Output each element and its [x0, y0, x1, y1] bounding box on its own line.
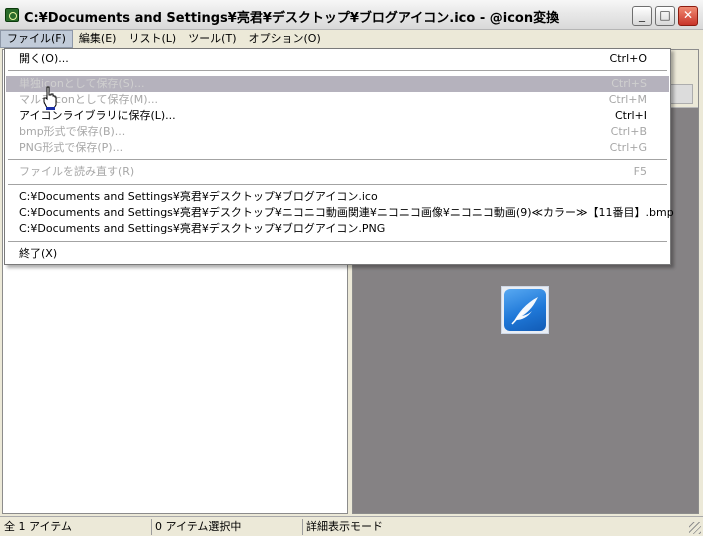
quill-feather-icon[interactable]	[501, 286, 549, 334]
close-button[interactable]: ✕	[678, 6, 698, 26]
menu-item-reload[interactable]: ファイルを読み直す(R) F5	[6, 164, 669, 180]
menu-item-shortcut: Ctrl+B	[610, 125, 647, 138]
window-title: C:¥Documents and Settings¥亮君¥デスクトップ¥ブログア…	[24, 11, 560, 26]
file-menu-dropdown: 開く(O)... Ctrl+O 単独iconとして保存(S)... Ctrl+S…	[4, 48, 674, 265]
menu-item-label: 終了(X)	[19, 247, 58, 260]
menu-item-label: bmp形式で保存(B)...	[19, 125, 126, 138]
menu-item-label: 単独iconとして保存(S)...	[19, 77, 145, 90]
menu-item-shortcut: F5	[633, 165, 647, 178]
menu-item-recent-1[interactable]: C:¥Documents and Settings¥亮君¥デスクトップ¥ブログア…	[6, 189, 669, 205]
hand-pointer-icon	[43, 86, 57, 110]
status-total-items: 全 1 アイテム	[4, 520, 72, 533]
menu-item-shortcut: Ctrl+S	[611, 77, 647, 90]
title-bar: C:¥Documents and Settings¥亮君¥デスクトップ¥ブログア…	[0, 0, 703, 30]
menu-item-open[interactable]: 開く(O)... Ctrl+O	[6, 51, 669, 67]
resize-grip[interactable]	[689, 522, 701, 534]
menu-item-label: マルチiconとして保存(M)...	[19, 93, 159, 106]
menu-item-label: PNG形式で保存(P)...	[19, 141, 124, 154]
menu-bar: ファイル(F) 編集(E) リスト(L) ツール(T) オプション(O)	[0, 30, 703, 48]
menu-options[interactable]: オプション(O)	[243, 30, 327, 48]
app-icon[interactable]	[5, 8, 19, 22]
menu-separator	[8, 70, 667, 72]
menu-item-shortcut: Ctrl+G	[609, 141, 647, 154]
menu-item-save-multi[interactable]: マルチiconとして保存(M)... Ctrl+M	[6, 92, 669, 108]
menu-separator	[8, 159, 667, 161]
menu-item-shortcut: Ctrl+I	[614, 109, 647, 122]
menu-list[interactable]: リスト(L)	[122, 30, 182, 48]
menu-item-recent-2[interactable]: C:¥Documents and Settings¥亮君¥デスクトップ¥ニコニコ…	[6, 205, 674, 221]
status-selected-items: 0 アイテム選択中	[151, 519, 300, 535]
menu-file[interactable]: ファイル(F)	[0, 30, 73, 48]
menu-separator	[8, 184, 667, 186]
menu-edit[interactable]: 編集(E)	[73, 30, 123, 48]
menu-item-save-png[interactable]: PNG形式で保存(P)... Ctrl+G	[6, 140, 669, 156]
menu-item-save-library[interactable]: アイコンライブラリに保存(L)... Ctrl+I	[6, 108, 669, 124]
feather-glyph	[511, 297, 538, 325]
menu-item-label: C:¥Documents and Settings¥亮君¥デスクトップ¥ニコニコ…	[19, 206, 674, 219]
menu-item-exit[interactable]: 終了(X)	[6, 246, 669, 262]
minimize-button[interactable]: _	[632, 6, 652, 26]
menu-item-recent-3[interactable]: C:¥Documents and Settings¥亮君¥デスクトップ¥ブログア…	[6, 221, 669, 237]
menu-item-shortcut: Ctrl+O	[609, 52, 647, 65]
menu-item-label: C:¥Documents and Settings¥亮君¥デスクトップ¥ブログア…	[19, 190, 378, 203]
menu-item-label: 開く(O)...	[19, 52, 69, 65]
menu-item-label: アイコンライブラリに保存(L)...	[19, 109, 176, 122]
icon-tile	[504, 289, 546, 331]
menu-tools[interactable]: ツール(T)	[182, 30, 242, 48]
status-view-mode: 詳細表示モード	[302, 519, 602, 535]
menu-item-shortcut: Ctrl+M	[608, 93, 647, 106]
menu-item-save-single[interactable]: 単独iconとして保存(S)... Ctrl+S	[6, 76, 669, 92]
menu-separator	[8, 241, 667, 243]
menu-item-label: ファイルを読み直す(R)	[19, 165, 135, 178]
menu-item-save-bmp[interactable]: bmp形式で保存(B)... Ctrl+B	[6, 124, 669, 140]
maximize-button[interactable]: □	[655, 6, 675, 26]
menu-item-label: C:¥Documents and Settings¥亮君¥デスクトップ¥ブログア…	[19, 222, 386, 235]
status-bar: 全 1 アイテム 0 アイテム選択中 詳細表示モード	[0, 516, 703, 536]
